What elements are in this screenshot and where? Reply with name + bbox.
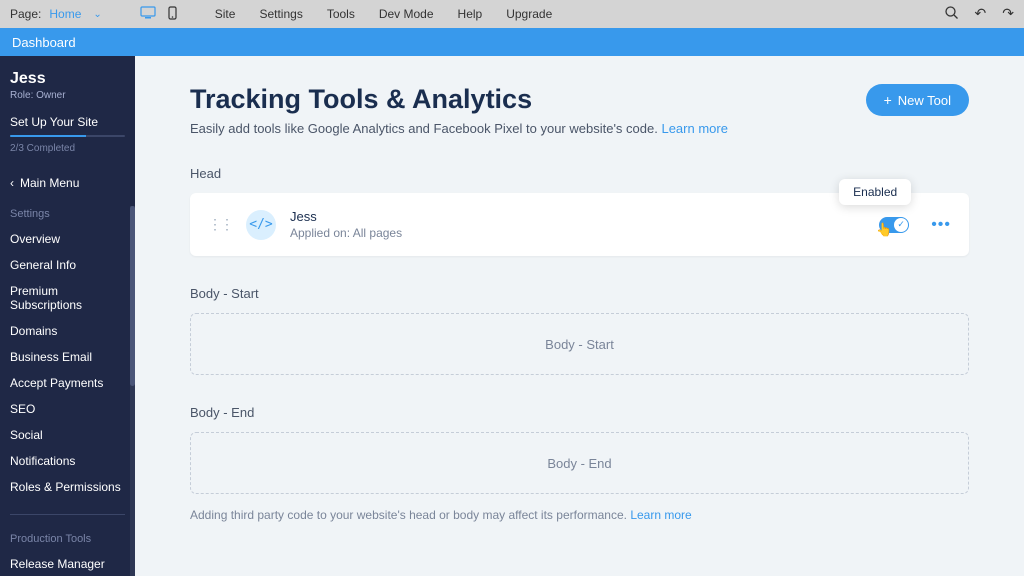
user-name: Jess	[10, 70, 125, 88]
footnote-learn-more-link[interactable]: Learn more	[630, 508, 691, 522]
toggle-container: Enabled ✓ 👆	[879, 217, 909, 233]
dashboard-banner: Dashboard	[0, 28, 1024, 56]
tool-name: Jess	[290, 209, 402, 224]
top-toolbar: Page: Home ⌄ Site Settings Tools Dev Mod…	[0, 0, 1024, 28]
banner-title: Dashboard	[12, 35, 76, 50]
sidebar-item-notifications[interactable]: Notifications	[10, 448, 125, 474]
tool-applied-on: Applied on: All pages	[290, 226, 402, 240]
sidebar-item-domains[interactable]: Domains	[10, 318, 125, 344]
sidebar: Jess Role: Owner Set Up Your Site 2/3 Co…	[0, 56, 135, 576]
sidebar-item-release-manager[interactable]: Release Manager	[10, 551, 125, 576]
desktop-icon[interactable]	[140, 6, 156, 23]
tracking-tool-card: ⋮⋮ </> Jess Applied on: All pages Enable…	[190, 193, 969, 256]
back-main-menu[interactable]: ‹ Main Menu	[10, 176, 125, 190]
plus-icon: +	[884, 92, 892, 108]
sidebar-item-seo[interactable]: SEO	[10, 396, 125, 422]
back-label: Main Menu	[20, 176, 79, 190]
page-subtitle: Easily add tools like Google Analytics a…	[190, 121, 728, 136]
production-tools-label: Production Tools	[10, 533, 125, 545]
enabled-tooltip: Enabled	[839, 179, 911, 205]
more-options-icon[interactable]: •••	[931, 216, 951, 234]
sidebar-item-accept-payments[interactable]: Accept Payments	[10, 370, 125, 396]
new-tool-button[interactable]: + New Tool	[866, 84, 969, 116]
chevron-left-icon: ‹	[10, 176, 14, 190]
body-start-dropzone[interactable]: Body - Start	[190, 313, 969, 375]
body-start-placeholder: Body - Start	[545, 337, 614, 352]
setup-label[interactable]: Set Up Your Site	[10, 115, 125, 129]
drag-handle-icon[interactable]: ⋮⋮	[208, 216, 232, 233]
menu-settings[interactable]: Settings	[259, 7, 302, 21]
footnote: Adding third party code to your website'…	[190, 508, 969, 522]
toggle-knob: ✓	[894, 218, 908, 232]
body-end-dropzone[interactable]: Body - End	[190, 432, 969, 494]
top-right-icons: ↶ ↷	[944, 5, 1014, 23]
learn-more-link[interactable]: Learn more	[661, 121, 727, 136]
enable-toggle[interactable]: ✓	[879, 217, 909, 233]
device-switcher	[140, 6, 177, 23]
menu-help[interactable]: Help	[458, 7, 483, 21]
menu-site[interactable]: Site	[215, 7, 236, 21]
main-content: Tracking Tools & Analytics Easily add to…	[135, 56, 1024, 576]
setup-progress	[10, 135, 125, 137]
sidebar-item-overview[interactable]: Overview	[10, 226, 125, 252]
new-tool-label: New Tool	[898, 93, 951, 108]
sidebar-scrollbar[interactable]	[130, 206, 135, 576]
menu-dev-mode[interactable]: Dev Mode	[379, 7, 434, 21]
setup-completed: 2/3 Completed	[10, 143, 125, 154]
section-body-start: Body - Start	[190, 286, 969, 301]
sidebar-item-general-info[interactable]: General Info	[10, 252, 125, 278]
code-icon: </>	[246, 210, 276, 240]
body-end-placeholder: Body - End	[547, 456, 611, 471]
section-body-end: Body - End	[190, 405, 969, 420]
sidebar-item-roles-permissions[interactable]: Roles & Permissions	[10, 474, 125, 500]
page-label: Page:	[10, 7, 41, 21]
page-dropdown-icon[interactable]: ⌄	[93, 9, 101, 20]
redo-icon[interactable]: ↷	[1002, 5, 1014, 23]
page-title: Tracking Tools & Analytics	[190, 84, 728, 115]
sidebar-item-business-email[interactable]: Business Email	[10, 344, 125, 370]
user-role: Role: Owner	[10, 90, 125, 101]
menu-tools[interactable]: Tools	[327, 7, 355, 21]
sidebar-divider	[10, 514, 125, 515]
search-icon[interactable]	[944, 5, 959, 23]
settings-section-label: Settings	[10, 208, 125, 220]
sidebar-item-social[interactable]: Social	[10, 422, 125, 448]
undo-icon[interactable]: ↶	[975, 5, 987, 23]
mobile-icon[interactable]	[168, 6, 177, 23]
top-menu: Site Settings Tools Dev Mode Help Upgrad…	[215, 7, 552, 21]
sidebar-item-premium-subscriptions[interactable]: Premium Subscriptions	[10, 278, 125, 318]
menu-upgrade[interactable]: Upgrade	[506, 7, 552, 21]
page-selector[interactable]: Home	[49, 7, 81, 21]
